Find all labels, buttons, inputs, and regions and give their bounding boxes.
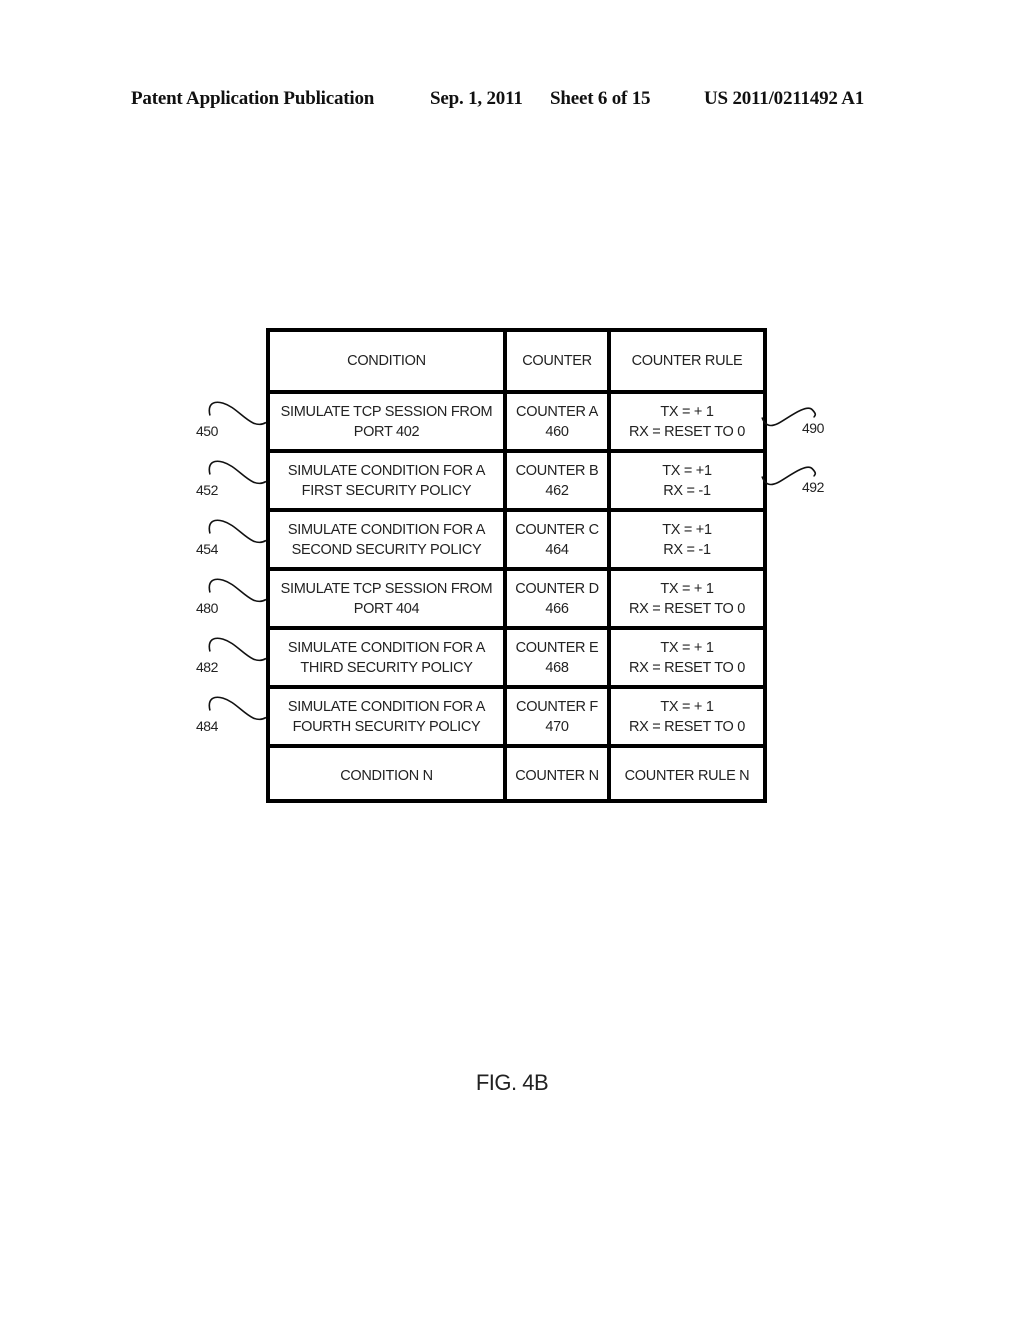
- leader-line-left: [208, 519, 267, 544]
- reference-numeral: 450: [196, 422, 218, 439]
- leader-line-left: [208, 637, 267, 662]
- leader-line-left: [208, 460, 267, 485]
- leader-line-left: [208, 578, 267, 603]
- leader-line-left: [208, 401, 267, 426]
- leader-line-left: [208, 696, 267, 721]
- reference-leader-lines: [208, 401, 817, 721]
- reference-numeral: 492: [802, 478, 824, 495]
- reference-numeral: 484: [196, 717, 218, 734]
- reference-numeral: 490: [802, 419, 824, 436]
- reference-numeral: 454: [196, 540, 218, 557]
- reference-numeral: 480: [196, 599, 218, 616]
- reference-numeral: 452: [196, 481, 218, 498]
- reference-numeral: 482: [196, 658, 218, 675]
- figure-label: FIG. 4B: [475, 1070, 549, 1095]
